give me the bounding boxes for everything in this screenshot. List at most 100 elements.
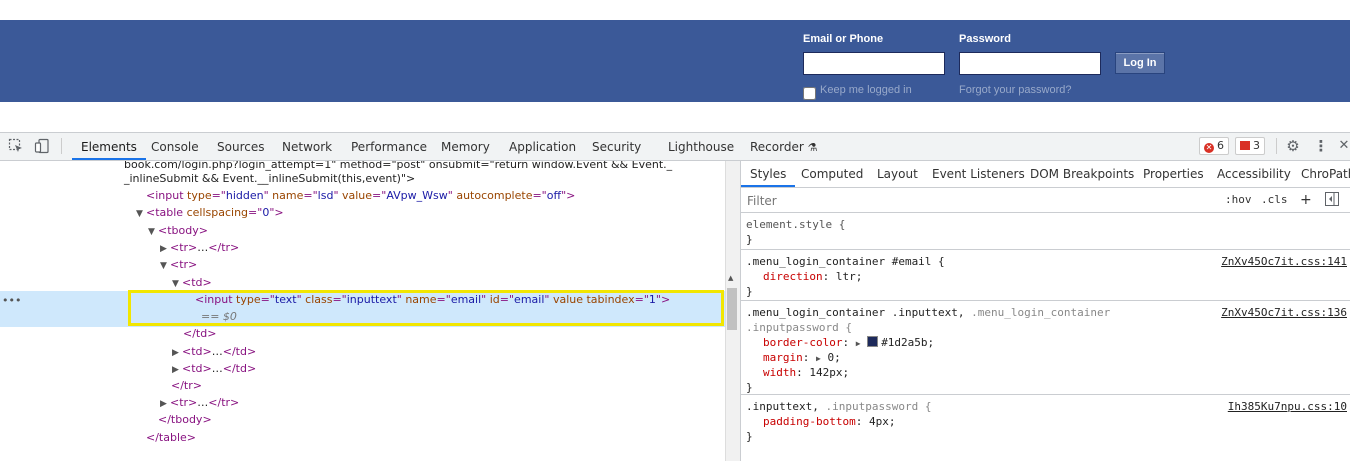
error-count: 6 — [1217, 139, 1224, 152]
rule-source-link[interactable]: ZnXv45Oc7it.css:136 — [1221, 305, 1347, 320]
tab-console[interactable]: Console — [151, 133, 199, 160]
dom-line-table-close[interactable]: </table> — [146, 429, 196, 446]
tab-elements[interactable]: Elements — [72, 133, 146, 160]
form-attr-text-cont: _inlineSubmit && Event.__inlineSubmit(th… — [124, 172, 416, 185]
tab-memory[interactable]: Memory — [441, 133, 490, 160]
settings-gear-icon[interactable]: ⚙ — [1285, 138, 1301, 154]
css-declaration[interactable]: margin: ▶ 0; — [763, 350, 841, 365]
rule-close-brace: } — [746, 430, 753, 443]
tab-sources[interactable]: Sources — [217, 133, 264, 160]
tab-application[interactable]: Application — [509, 133, 576, 160]
device-toolbar-icon[interactable] — [34, 138, 50, 154]
css-declaration[interactable]: padding-bottom: 4px; — [763, 414, 895, 429]
css-declaration[interactable]: direction: ltr; — [763, 269, 862, 284]
rule-element-style[interactable]: element.style { } — [741, 213, 1350, 250]
rule-close-brace: } — [746, 285, 753, 298]
selector-part-muted: .inputpassword { — [818, 400, 932, 413]
dom-line-tr-close[interactable]: </tr> — [171, 377, 202, 394]
tab-layout[interactable]: Layout — [877, 161, 918, 187]
styles-pane: Styles Computed Layout Event Listeners D… — [740, 161, 1350, 461]
rule-inputtext[interactable]: .inputtext, .inputpassword { Ih385Ku7npu… — [741, 395, 1350, 445]
expand-triangle-icon[interactable]: ▼ — [160, 258, 170, 275]
hover-state-toggle[interactable]: :hov — [1225, 192, 1252, 208]
log-in-button[interactable]: Log In — [1115, 52, 1165, 74]
rule-selector-cont: .inputpassword { — [746, 320, 852, 335]
forgot-password-link[interactable]: Forgot your password? — [959, 84, 1072, 96]
email-label: Email or Phone — [803, 33, 884, 45]
highlight-annotation-box — [128, 290, 724, 326]
class-toggle[interactable]: .cls — [1261, 192, 1288, 208]
selector-part: .inputtext, — [746, 400, 819, 413]
tab-lighthouse[interactable]: Lighthouse — [668, 133, 734, 160]
collapsed-ellipsis: … — [197, 396, 209, 409]
css-property-name: border-color — [763, 336, 843, 349]
issues-count-badge[interactable]: 3 — [1235, 137, 1265, 155]
toolbar-divider — [61, 138, 62, 154]
rule-selector: .inputtext, .inputpassword { — [746, 399, 931, 414]
password-field[interactable] — [959, 52, 1101, 75]
tab-computed[interactable]: Computed — [801, 161, 863, 187]
css-property-value: ltr; — [835, 270, 863, 283]
tab-properties[interactable]: Properties — [1143, 161, 1204, 187]
css-declaration[interactable]: border-color: ▶ #1d2a5b; — [763, 335, 934, 350]
expand-triangle-icon[interactable]: ▼ — [148, 224, 158, 241]
inspect-element-icon[interactable] — [8, 138, 24, 154]
rule-menu-login-email[interactable]: .menu_login_container #email { ZnXv45Oc7… — [741, 250, 1350, 301]
tab-security[interactable]: Security — [592, 133, 641, 160]
collapsed-ellipsis: … — [197, 241, 209, 254]
selector-part-muted: .inputpassword { — [746, 321, 852, 334]
email-field[interactable] — [803, 52, 945, 75]
attr-name: cellspacing — [186, 206, 249, 219]
css-property-name: direction — [763, 270, 823, 283]
rule-selector: .menu_login_container .inputtext, .menu_… — [746, 305, 1110, 320]
rule-close-brace: } — [746, 233, 753, 246]
scroll-up-arrow-icon[interactable]: ▲ — [728, 274, 733, 282]
attr-name: type — [187, 189, 212, 202]
keep-logged-in-label[interactable]: Keep me logged in — [820, 84, 912, 96]
more-options-icon[interactable]: ⋮ — [1313, 138, 1329, 154]
dom-line-tbody-close[interactable]: </tbody> — [158, 411, 212, 428]
dom-line-tr-collapsed[interactable]: ▶ <tr>…</tr> — [160, 239, 239, 256]
tab-accessibility[interactable]: Accessibility — [1217, 161, 1291, 187]
dom-line-tr[interactable]: ▼ <tr> — [160, 256, 197, 273]
new-rule-plus-icon[interactable]: + — [1300, 192, 1312, 208]
tab-event-listeners[interactable]: Event Listeners — [932, 161, 1025, 187]
css-declaration[interactable]: width: 142px; — [763, 365, 849, 380]
tab-chropath[interactable]: ChroPath — [1301, 161, 1350, 187]
dom-line-td-collapsed[interactable]: ▶ <td>…</td> — [172, 343, 256, 360]
dom-line-input-hidden[interactable]: <input type="hidden" name="lsd" value="A… — [146, 187, 575, 204]
issue-count: 3 — [1253, 139, 1260, 152]
scrollbar-thumb[interactable] — [727, 288, 737, 330]
expand-triangle-icon[interactable]: ▼ — [136, 206, 146, 223]
tab-network[interactable]: Network — [282, 133, 332, 160]
dom-line-td-collapsed[interactable]: ▶ <td>…</td> — [172, 360, 256, 377]
devtools-toolbar: Elements Console Sources Network Perform… — [0, 133, 1350, 161]
tab-dom-breakpoints[interactable]: DOM Breakpoints — [1030, 161, 1134, 187]
rule-selector: .menu_login_container #email { — [746, 255, 945, 268]
toggle-sidebar-icon[interactable] — [1325, 192, 1339, 211]
row-actions-ellipsis-icon[interactable]: ••• — [2, 292, 21, 309]
attr-name: autocomplete — [456, 189, 533, 202]
attr-value: AVpw_Wsw — [386, 189, 448, 202]
dom-line-td-close[interactable]: </td> — [183, 325, 216, 342]
dom-line-td[interactable]: ▼ <td> — [172, 274, 212, 291]
error-count-badge[interactable]: ✕ 6 — [1199, 137, 1229, 155]
styles-filter-row: :hov .cls + — [741, 188, 1350, 213]
dom-line-table[interactable]: ▼ <table cellspacing="0"> — [136, 204, 284, 221]
rule-menu-login-inputtext[interactable]: .menu_login_container .inputtext, .menu_… — [741, 301, 1350, 395]
expand-shorthand-icon[interactable]: ▶ — [816, 354, 821, 363]
dom-line-tbody[interactable]: ▼ <tbody> — [148, 222, 208, 239]
styles-filter-input[interactable] — [745, 191, 1214, 211]
password-label: Password — [959, 33, 1011, 45]
tab-styles[interactable]: Styles — [741, 161, 796, 187]
tab-recorder[interactable]: Recorder ⚗ — [750, 133, 817, 160]
keep-logged-in-checkbox[interactable] — [803, 87, 816, 100]
rule-source-link[interactable]: ZnXv45Oc7it.css:141 — [1221, 254, 1347, 269]
dom-line-tr-collapsed[interactable]: ▶ <tr>…</tr> — [160, 394, 239, 411]
rule-source-link[interactable]: Ih385Ku7npu.css:10 — [1228, 399, 1347, 414]
dom-line-form-end[interactable]: _inlineSubmit && Event.__inlineSubmit(th… — [124, 170, 415, 187]
color-swatch[interactable] — [867, 336, 879, 347]
expand-shorthand-icon[interactable]: ▶ — [856, 339, 861, 348]
tab-performance[interactable]: Performance — [351, 133, 427, 160]
close-devtools-icon[interactable]: ✕ — [1338, 138, 1350, 154]
